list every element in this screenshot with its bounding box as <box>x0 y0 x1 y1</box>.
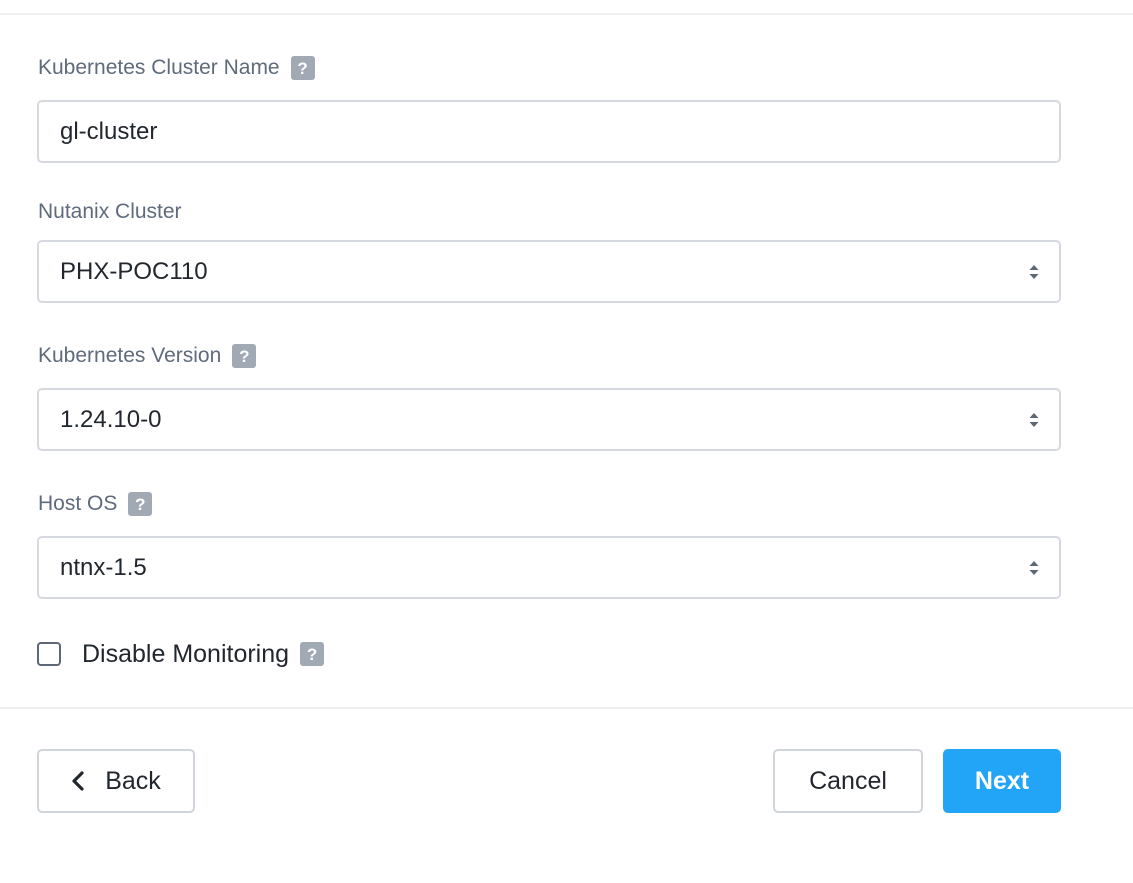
next-button-label: Next <box>974 766 1030 795</box>
k8s-version-label: Kubernetes Version ? <box>38 343 257 369</box>
nutanix-cluster-select[interactable]: PHX-POC110 <box>37 240 1061 303</box>
k8s-version-help-icon[interactable]: ? <box>232 344 257 368</box>
next-button[interactable]: Next <box>943 749 1061 813</box>
k8s-version-value: 1.24.10-0 <box>60 405 162 433</box>
disable-monitoring-help-icon[interactable]: ? <box>300 642 325 666</box>
host-os-select[interactable]: ntnx-1.5 <box>37 536 1061 599</box>
nutanix-cluster-label-text: Nutanix Cluster <box>38 200 182 223</box>
chevron-left-icon <box>72 771 84 791</box>
cluster-name-value: gl-cluster <box>60 117 158 145</box>
disable-monitoring-label: Disable Monitoring ? <box>82 638 325 670</box>
create-cluster-form: Kubernetes Cluster Name ? gl-cluster Nut… <box>0 0 1133 883</box>
sort-arrows-icon <box>1029 264 1039 279</box>
footer-divider <box>0 707 1133 709</box>
host-os-help-icon[interactable]: ? <box>128 492 153 516</box>
sort-arrows-icon <box>1029 412 1039 427</box>
disable-monitoring-label-text: Disable Monitoring <box>82 639 290 668</box>
cancel-button-label: Cancel <box>809 766 887 795</box>
nutanix-cluster-value: PHX-POC110 <box>60 257 208 285</box>
sort-arrows-icon <box>1029 560 1039 575</box>
disable-monitoring-checkbox[interactable] <box>37 642 61 666</box>
host-os-label-text: Host OS <box>38 492 118 515</box>
k8s-version-label-text: Kubernetes Version <box>38 344 222 367</box>
cluster-name-help-icon[interactable]: ? <box>290 56 315 80</box>
cancel-button[interactable]: Cancel <box>773 749 923 813</box>
back-button[interactable]: Back <box>37 749 195 813</box>
host-os-label: Host OS ? <box>38 491 153 517</box>
host-os-value: ntnx-1.5 <box>60 553 147 581</box>
k8s-version-select[interactable]: 1.24.10-0 <box>37 388 1061 451</box>
back-button-label: Back <box>105 766 161 795</box>
cluster-name-input[interactable]: gl-cluster <box>37 100 1061 163</box>
cluster-name-label: Kubernetes Cluster Name ? <box>38 55 315 81</box>
nutanix-cluster-label: Nutanix Cluster <box>38 199 182 225</box>
cluster-name-label-text: Kubernetes Cluster Name <box>38 56 280 79</box>
top-divider <box>0 13 1133 15</box>
